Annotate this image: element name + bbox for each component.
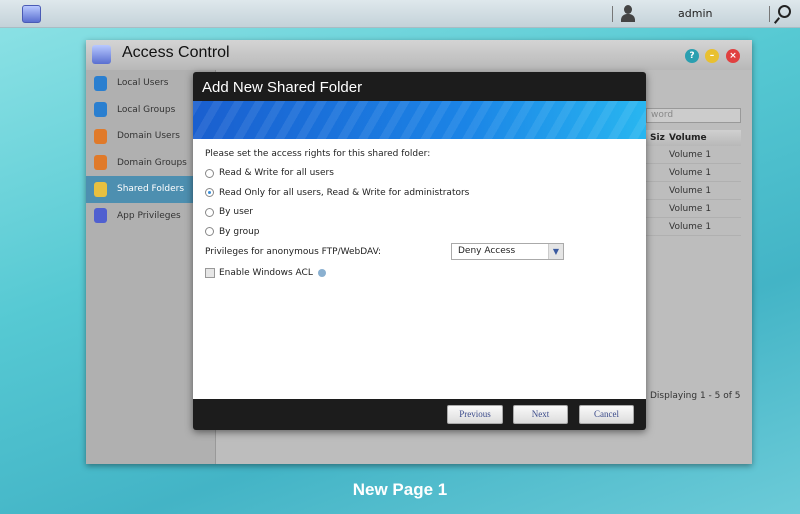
dialog-title: Add New Shared Folder: [202, 79, 363, 96]
table-row[interactable]: Volume 1: [646, 182, 741, 200]
access-option[interactable]: By user: [205, 207, 253, 217]
local-groups-icon: [94, 102, 107, 118]
select-value: Deny Access: [458, 246, 516, 256]
option-label: By user: [219, 207, 253, 217]
volume-cell: Volume 1: [669, 185, 712, 196]
volume-cell: Volume 1: [669, 221, 712, 232]
radio-button[interactable]: [205, 188, 214, 197]
local-users-icon: [94, 75, 107, 91]
minimize-icon[interactable]: –: [705, 49, 719, 63]
volume-cell: Volume 1: [669, 149, 712, 160]
divider: [769, 6, 770, 22]
sidebar-item-label: Domain Users: [117, 131, 180, 142]
windows-acl-label: Enable Windows ACL: [219, 268, 313, 278]
access-control-icon: [92, 45, 111, 64]
access-rights-prompt: Please set the access rights for this sh…: [205, 149, 431, 159]
table-row[interactable]: Volume 1: [646, 200, 741, 218]
access-option[interactable]: Read & Write for all users: [205, 168, 334, 178]
cancel-button[interactable]: Cancel: [579, 405, 634, 424]
volume-cell: Volume 1: [669, 203, 712, 214]
sidebar-item-label: Domain Groups: [117, 157, 187, 168]
page-caption: New Page 1: [352, 480, 448, 499]
username-label[interactable]: admin: [678, 7, 712, 20]
column-volume[interactable]: Volume: [666, 133, 707, 143]
option-label: Read & Write for all users: [219, 168, 334, 178]
next-button[interactable]: Next: [513, 405, 568, 424]
sidebar-item-label: Local Users: [117, 78, 169, 89]
dialog-body: Please set the access rights for this sh…: [193, 139, 646, 399]
radio-button[interactable]: [205, 227, 214, 236]
access-option[interactable]: By group: [205, 227, 260, 237]
shared-folders-icon: [94, 181, 107, 197]
taskbar: admin: [0, 0, 800, 28]
column-size[interactable]: Siz: [646, 133, 666, 143]
info-icon[interactable]: [317, 269, 326, 277]
window-titlebar[interactable]: Access Control ? – ×: [86, 40, 752, 70]
sidebar-item-label: Local Groups: [117, 104, 176, 115]
radio-button[interactable]: [205, 207, 214, 217]
table-row[interactable]: Volume 1: [646, 164, 741, 182]
windows-acl-checkbox[interactable]: [205, 268, 215, 278]
add-shared-folder-dialog: Add New Shared Folder Please set the acc…: [193, 72, 646, 430]
anonymous-privileges-label: Privileges for anonymous FTP/WebDAV:: [205, 247, 382, 257]
paging-status: Displaying 1 - 5 of 5: [650, 391, 741, 401]
chevron-down-icon[interactable]: ▼: [548, 244, 563, 259]
radio-button[interactable]: [205, 168, 214, 178]
windows-acl-row[interactable]: Enable Windows ACL: [205, 268, 326, 278]
access-option[interactable]: Read Only for all users, Read & Write fo…: [205, 188, 469, 198]
app-privileges-icon: [94, 208, 107, 224]
table-row[interactable]: Volume 1: [646, 218, 741, 236]
volume-cell: Volume 1: [669, 167, 712, 178]
help-icon[interactable]: ?: [685, 49, 699, 63]
sidebar-item-label: App Privileges: [117, 210, 181, 221]
table-header: Siz Volume: [646, 130, 741, 146]
sidebar-item-label: Shared Folders: [117, 184, 185, 195]
option-label: By group: [219, 226, 260, 237]
domain-users-icon: [94, 128, 107, 144]
divider: [612, 6, 613, 22]
table-row[interactable]: Volume 1: [646, 146, 741, 164]
anonymous-privileges-select[interactable]: Deny Access ▼: [451, 243, 564, 260]
previous-button[interactable]: Previous: [447, 405, 503, 424]
shared-folders-table: Siz Volume Volume 1 Volume 1 Volume 1 Volum…: [646, 130, 741, 236]
close-icon[interactable]: ×: [726, 49, 740, 63]
search-input[interactable]: word: [646, 108, 741, 123]
domain-groups-icon: [94, 155, 107, 171]
user-icon[interactable]: [620, 5, 636, 22]
search-icon[interactable]: [778, 5, 791, 18]
access-control-app-icon[interactable]: [22, 5, 41, 23]
option-label: Read Only for all users, Read & Write fo…: [219, 187, 470, 198]
dialog-banner: [193, 101, 646, 139]
window-title: Access Control: [122, 44, 230, 61]
